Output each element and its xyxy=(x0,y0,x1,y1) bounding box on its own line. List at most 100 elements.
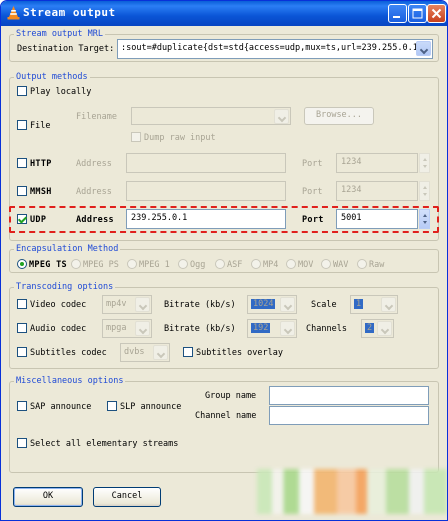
encap-label-mov: MOV xyxy=(298,260,314,270)
mmsh-address-label: Address xyxy=(76,187,112,197)
chevron-down-icon[interactable] xyxy=(135,321,150,336)
audio-bitrate-label: Bitrate (kb/s) xyxy=(164,324,236,334)
audio-codec-checkbox[interactable] xyxy=(17,323,27,333)
mmsh-checkbox[interactable] xyxy=(17,186,27,196)
group-title: Transcoding options xyxy=(14,282,116,292)
channels-combo[interactable]: 2 xyxy=(361,319,394,338)
udp-label: UDP xyxy=(30,215,47,225)
audio-bitrate-combo[interactable]: 192 xyxy=(247,319,297,338)
encap-label-mp4: MP4 xyxy=(263,260,279,270)
video-bitrate-combo[interactable]: 1024 xyxy=(247,295,297,314)
browse-button[interactable]: Browse... xyxy=(304,107,374,125)
udp-port-field[interactable]: 5001 xyxy=(336,209,418,229)
encap-label-mpeg-ps: MPEG PS xyxy=(83,260,119,270)
mmsh-port-field[interactable]: 1234 xyxy=(336,181,418,201)
chevron-down-icon[interactable] xyxy=(135,297,150,312)
channels-label: Channels xyxy=(306,324,347,334)
video-bitrate-label: Bitrate (kb/s) xyxy=(164,300,236,310)
chevron-down-icon[interactable] xyxy=(274,109,289,124)
chevron-down-icon[interactable] xyxy=(280,297,295,312)
scale-value: 1 xyxy=(354,299,364,309)
subtitles-codec-label: Subtitles codec xyxy=(30,348,107,358)
encap-radio-ogg[interactable] xyxy=(178,259,188,269)
blurred-watermark xyxy=(257,469,447,514)
play-locally-checkbox[interactable] xyxy=(17,86,27,96)
sap-announce-label: SAP announce xyxy=(30,402,92,412)
mmsh-address-field[interactable] xyxy=(126,181,286,201)
file-checkbox[interactable] xyxy=(17,120,27,130)
group-title: Miscellaneous options xyxy=(14,376,126,386)
chevron-down-icon[interactable] xyxy=(381,297,396,312)
chevron-down-icon[interactable] xyxy=(153,345,168,360)
maximize-button[interactable] xyxy=(408,4,427,23)
encap-radio-asf[interactable] xyxy=(215,259,225,269)
http-port-field[interactable]: 1234 xyxy=(336,153,418,173)
select-all-streams-label: Select all elementary streams xyxy=(30,439,179,449)
group-name-label: Group name xyxy=(205,391,257,401)
dump-raw-checkbox[interactable] xyxy=(131,132,141,142)
group-title: Encapsulation Method xyxy=(14,244,121,254)
subtitles-codec-combo[interactable]: dvbs xyxy=(120,343,170,362)
filename-label: Filename xyxy=(76,112,117,122)
group-title: Output methods xyxy=(14,72,90,82)
chevron-down-icon[interactable] xyxy=(416,41,431,56)
ok-button[interactable]: OK xyxy=(13,487,83,507)
minimize-button[interactable] xyxy=(388,4,407,23)
encap-label-mpeg-1: MPEG 1 xyxy=(139,260,170,270)
http-checkbox[interactable] xyxy=(17,158,27,168)
group-title: Stream output MRL xyxy=(14,29,105,39)
video-bitrate-value: 1024 xyxy=(251,299,276,309)
chevron-down-icon[interactable] xyxy=(377,321,392,336)
audio-codec-value: mpga xyxy=(106,323,127,333)
chevron-down-icon[interactable] xyxy=(280,321,295,336)
subtitles-codec-checkbox[interactable] xyxy=(17,347,27,357)
mmsh-port-spinner[interactable] xyxy=(419,181,430,201)
audio-bitrate-value: 192 xyxy=(251,323,271,333)
video-codec-checkbox[interactable] xyxy=(17,299,27,309)
destination-target-combo[interactable]: :sout=#duplicate{dst=std{access=udp,mux=… xyxy=(117,39,433,59)
subtitles-overlay-label: Subtitles overlay xyxy=(196,348,283,358)
vlc-cone-icon xyxy=(7,6,20,20)
udp-port-spinner[interactable] xyxy=(419,209,430,229)
cancel-button[interactable]: Cancel xyxy=(93,487,161,507)
scale-combo[interactable]: 1 xyxy=(350,295,398,314)
mmsh-port-label: Port xyxy=(302,187,323,197)
encap-radio-mpeg-ps[interactable] xyxy=(71,259,81,269)
encap-label-asf: ASF xyxy=(227,260,243,270)
subtitles-codec-value: dvbs xyxy=(124,347,145,357)
maximize-icon xyxy=(412,8,423,19)
destination-label: Destination Target: xyxy=(17,44,115,54)
video-codec-combo[interactable]: mp4v xyxy=(102,295,152,314)
filename-combo[interactable] xyxy=(131,107,291,125)
encap-radio-mov[interactable] xyxy=(286,259,296,269)
subtitles-overlay-checkbox[interactable] xyxy=(183,347,193,357)
encap-radio-raw[interactable] xyxy=(357,259,367,269)
destination-target-value: :sout=#duplicate{dst=std{access=udp,mux=… xyxy=(121,43,416,53)
http-address-field[interactable] xyxy=(126,153,286,173)
slp-announce-checkbox[interactable] xyxy=(107,401,117,411)
video-codec-value: mp4v xyxy=(106,299,127,309)
encap-radio-mp4[interactable] xyxy=(251,259,261,269)
select-all-streams-checkbox[interactable] xyxy=(17,438,27,448)
encap-label-raw: Raw xyxy=(369,260,385,270)
audio-codec-combo[interactable]: mpga xyxy=(102,319,152,338)
encap-radio-mpeg-1[interactable] xyxy=(127,259,137,269)
title-bar[interactable]: Stream output xyxy=(1,1,447,26)
file-label: File xyxy=(30,121,51,131)
encap-radio-mpeg-ts[interactable] xyxy=(17,259,27,269)
mmsh-label: MMSH xyxy=(30,187,52,197)
close-button[interactable] xyxy=(427,4,446,23)
http-address-label: Address xyxy=(76,159,112,169)
sap-announce-checkbox[interactable] xyxy=(17,401,27,411)
channels-value: 2 xyxy=(365,323,375,333)
channel-name-field[interactable] xyxy=(269,406,429,425)
http-port-label: Port xyxy=(302,159,323,169)
scale-label: Scale xyxy=(311,300,337,310)
group-name-field[interactable] xyxy=(269,386,429,405)
slp-announce-label: SLP announce xyxy=(120,402,182,412)
udp-address-field[interactable]: 239.255.0.1 xyxy=(126,209,286,229)
http-port-spinner[interactable] xyxy=(419,153,430,173)
play-locally-label: Play locally xyxy=(30,87,92,97)
encap-radio-wav[interactable] xyxy=(321,259,331,269)
udp-checkbox[interactable] xyxy=(17,214,27,224)
